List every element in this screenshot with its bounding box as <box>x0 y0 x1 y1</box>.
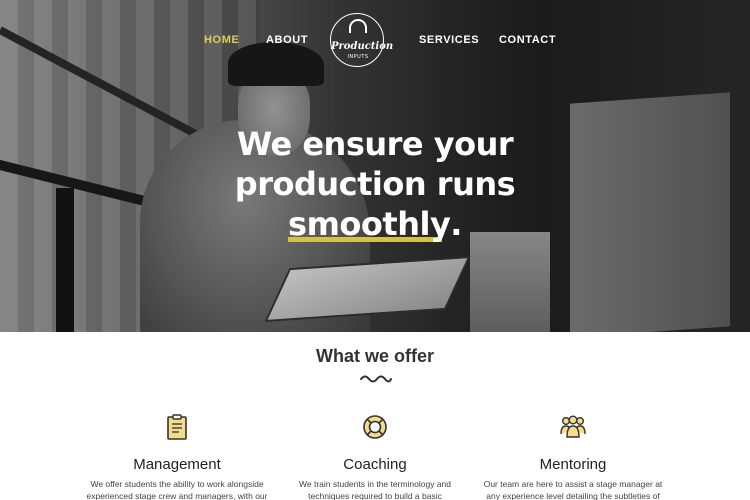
wave-divider-icon <box>360 375 392 383</box>
feature-management: Management We offer students the ability… <box>77 412 277 500</box>
highlighted-word: smoothly <box>288 205 451 243</box>
nav-home[interactable]: HOME <box>204 34 239 46</box>
logo-sub: INPUTS <box>347 54 369 60</box>
hero-headline: We ensure your production runs smoothly. <box>0 124 750 244</box>
nav-about[interactable]: ABOUT <box>266 34 308 46</box>
clipboard-icon <box>167 414 187 440</box>
hero-headline-line3: smoothly. <box>288 205 462 243</box>
feature-text: We train students in the terminology and… <box>299 479 451 500</box>
nav-services[interactable]: SERVICES <box>419 34 479 46</box>
feature-title: Management <box>133 456 221 473</box>
hero-headline-line1: We ensure your <box>236 125 514 163</box>
team-icon <box>560 415 586 438</box>
feature-text: Our team are here to assist a stage mana… <box>483 479 663 500</box>
feature-text: We offer students the ability to work al… <box>86 479 268 500</box>
hero-headline-line2: production runs <box>234 165 516 203</box>
section-title: What we offer <box>315 346 434 366</box>
nav-contact[interactable]: CONTACT <box>499 34 556 46</box>
headset-icon <box>349 19 367 33</box>
feature-title: Mentoring <box>539 456 607 473</box>
feature-coaching: Coaching We train students in the termin… <box>275 412 475 500</box>
feature-mentoring: Mentoring Our team are here to assist a … <box>473 412 673 500</box>
feature-title: Coaching <box>343 456 407 473</box>
logo-word: Production <box>331 41 394 52</box>
logo[interactable]: Production INPUTS <box>330 13 394 67</box>
lifebuoy-icon <box>363 415 387 439</box>
